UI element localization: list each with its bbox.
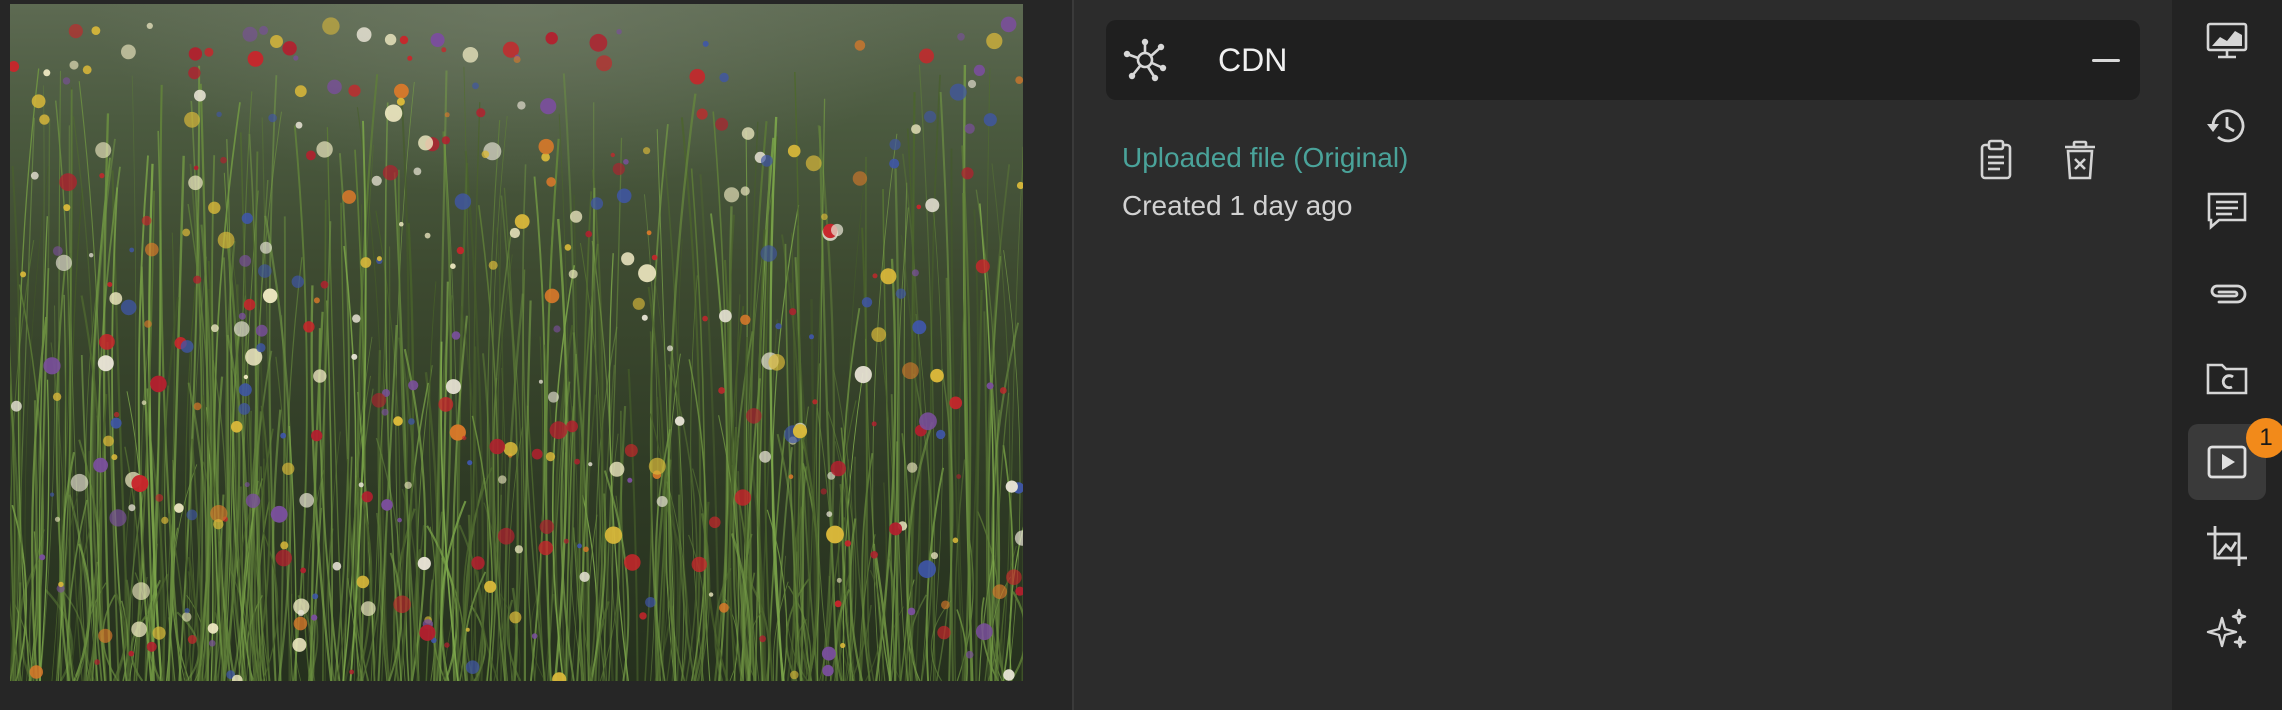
- delete-file-button[interactable]: [2058, 138, 2102, 182]
- image-preview-area: [0, 0, 1072, 710]
- crop-image-icon: [2207, 526, 2247, 566]
- attachment-icon: [2210, 284, 2247, 304]
- preview-image: [10, 4, 1023, 681]
- meadow-photo-drawing: [10, 16, 1023, 681]
- toolbar-presentation-button[interactable]: [2188, 2, 2266, 78]
- trash-icon: [2065, 140, 2095, 180]
- notification-badge: 1: [2246, 418, 2282, 458]
- cdn-section-title: CDN: [1218, 42, 1288, 78]
- uploaded-file-link[interactable]: Uploaded file (Original): [1122, 142, 1408, 174]
- copy-url-button[interactable]: [1974, 138, 2018, 182]
- toolbar-folder-button[interactable]: [2188, 340, 2266, 416]
- video-play-icon: [2207, 445, 2247, 479]
- toolbar-video-button[interactable]: 1: [2188, 418, 2282, 500]
- folder-c-icon: [2206, 363, 2248, 395]
- toolbar-crop-button[interactable]: [2188, 508, 2266, 584]
- toolbar-comments-button[interactable]: [2188, 172, 2266, 248]
- toolbar-history-button[interactable]: [2188, 88, 2266, 164]
- details-panel: CDN Uploaded file (Original) Created 1 d…: [1074, 0, 2172, 710]
- toolbar-ai-button[interactable]: [2188, 592, 2266, 668]
- ai-sparkle-icon: [2206, 608, 2247, 649]
- clipboard-icon: [1980, 139, 2012, 180]
- presentation-chart-icon: [2206, 22, 2248, 59]
- right-toolbar: 1: [2172, 0, 2282, 710]
- collapse-section-button[interactable]: [2090, 46, 2122, 74]
- comments-icon: [2207, 192, 2247, 230]
- cdn-section-header[interactable]: CDN: [1106, 20, 2140, 100]
- cdn-network-icon: [1123, 38, 1167, 82]
- toolbar-attachments-button[interactable]: [2188, 256, 2266, 332]
- file-created-text: Created 1 day ago: [1122, 190, 1353, 221]
- history-icon: [2207, 109, 2245, 143]
